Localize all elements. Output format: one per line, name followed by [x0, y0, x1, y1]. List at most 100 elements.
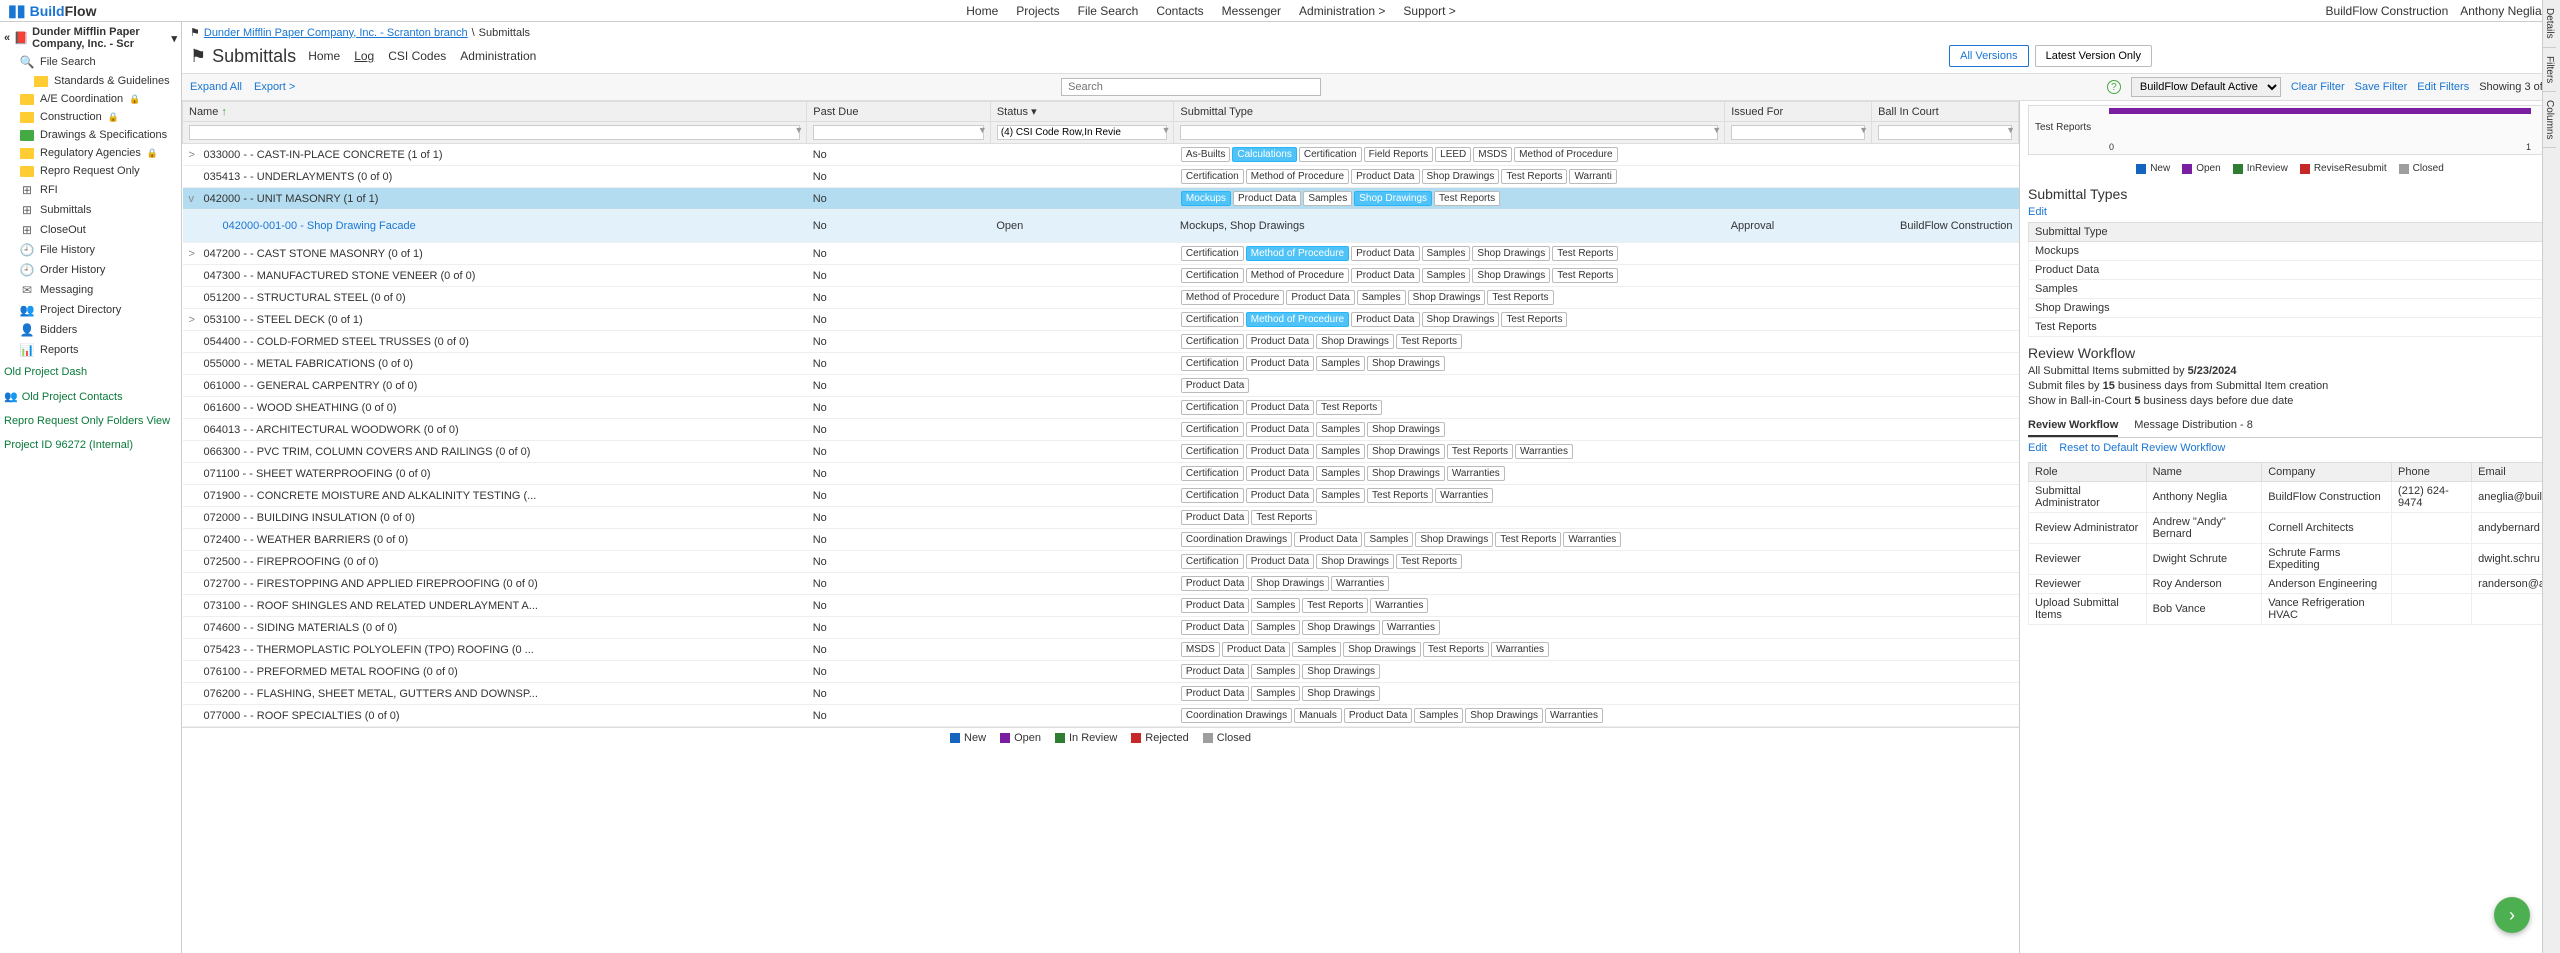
subnav-log[interactable]: Log [354, 49, 374, 63]
type-tag[interactable]: Product Data [1344, 708, 1412, 723]
nav-contacts[interactable]: Contacts [1156, 4, 1203, 18]
col-status[interactable]: Status ▾ [990, 102, 1174, 122]
submittal-link[interactable]: 042000-001-00 - Shop Drawing Facade [223, 220, 416, 232]
table-row[interactable]: 076100 - - PREFORMED METAL ROOFING (0 of… [183, 661, 2019, 683]
subnav-administration[interactable]: Administration [460, 49, 536, 63]
type-tag[interactable]: Coordination Drawings [1181, 532, 1292, 547]
type-tag[interactable]: Test Reports [1501, 169, 1567, 184]
col-name[interactable]: Name ↑ [183, 102, 807, 122]
workflow-row[interactable]: ReviewerRoy AndersonAnderson Engineering… [2029, 575, 2552, 594]
type-tag[interactable]: Warranties [1370, 598, 1428, 613]
type-tag[interactable]: Method of Procedure [1246, 268, 1349, 283]
type-tag[interactable]: Product Data [1246, 554, 1314, 569]
type-tag[interactable]: Test Reports [1423, 642, 1489, 657]
export-link[interactable]: Export > [254, 81, 295, 93]
type-tag[interactable]: Product Data [1181, 598, 1249, 613]
type-tag[interactable]: Certification [1181, 554, 1244, 569]
type-tag[interactable]: Shop Drawings [1251, 576, 1329, 591]
filter-submittal-type[interactable] [1180, 125, 1718, 140]
type-tag[interactable]: Shop Drawings [1472, 246, 1550, 261]
sidebar-item-construction[interactable]: Construction🔒 [0, 108, 181, 126]
sidebar-item-file-search[interactable]: 🔍File Search [0, 52, 181, 72]
table-row[interactable]: v 042000 - - UNIT MASONRY (1 of 1)NoMock… [183, 188, 2019, 210]
project-selector[interactable]: « 📕 Dunder Mifflin Paper Company, Inc. -… [0, 24, 181, 52]
type-tag[interactable]: Calculations [1232, 147, 1296, 162]
fab-next-button[interactable]: › [2494, 897, 2530, 933]
type-tag[interactable]: Samples [1251, 686, 1300, 701]
search-input[interactable] [1061, 78, 1321, 96]
type-tag[interactable]: Certification [1181, 444, 1244, 459]
type-tag[interactable]: Test Reports [1251, 510, 1317, 525]
table-row[interactable]: 072000 - - BUILDING INSULATION (0 of 0)N… [183, 507, 2019, 529]
edit-workflow-link[interactable]: Edit [2028, 442, 2047, 454]
expand-all-link[interactable]: Expand All [190, 81, 242, 93]
type-tag[interactable]: Test Reports [1434, 191, 1500, 206]
expand-icon[interactable]: v [189, 193, 201, 205]
type-tag[interactable]: Product Data [1181, 620, 1249, 635]
type-tag[interactable]: Samples [1251, 664, 1300, 679]
type-tag[interactable]: Warranties [1491, 642, 1549, 657]
collapse-icon[interactable]: « [4, 32, 10, 44]
edit-types-link[interactable]: Edit [2028, 206, 2047, 218]
type-tag[interactable]: Certification [1181, 246, 1244, 261]
table-row[interactable]: 071900 - - CONCRETE MOISTURE AND ALKALIN… [183, 485, 2019, 507]
type-tag[interactable]: Shop Drawings [1408, 290, 1486, 305]
sidebar-item-submittals[interactable]: ⊞Submittals [0, 200, 181, 220]
col-submittal-type[interactable]: Submittal Type [1174, 102, 1725, 122]
subnav-csi-codes[interactable]: CSI Codes [388, 49, 446, 63]
sidebar-item-rfi[interactable]: ⊞RFI [0, 180, 181, 200]
workflow-tab[interactable]: Message Distribution - 8 [2134, 415, 2253, 437]
type-tag[interactable]: Shop Drawings [1302, 620, 1380, 635]
table-row[interactable]: > 033000 - - CAST-IN-PLACE CONCRETE (1 o… [183, 144, 2019, 166]
type-tag[interactable]: Shop Drawings [1367, 444, 1445, 459]
type-tag[interactable]: Samples [1251, 620, 1300, 635]
type-tag[interactable]: Coordination Drawings [1181, 708, 1292, 723]
filter-status[interactable] [997, 125, 1168, 140]
table-row[interactable]: 061000 - - GENERAL CARPENTRY (0 of 0)NoP… [183, 375, 2019, 397]
type-tag[interactable]: Shop Drawings [1422, 312, 1500, 327]
dropdown-icon[interactable]: ▾ [171, 32, 177, 45]
col-past-due[interactable]: Past Due [807, 102, 991, 122]
type-tag[interactable]: Test Reports [1495, 532, 1561, 547]
type-tag[interactable]: Shop Drawings [1367, 422, 1445, 437]
sidebar-item-repro-request-only[interactable]: Repro Request Only [0, 162, 181, 180]
type-tag[interactable]: Certification [1181, 422, 1244, 437]
type-tag[interactable]: Product Data [1246, 466, 1314, 481]
nav-projects[interactable]: Projects [1016, 4, 1059, 18]
type-tag[interactable]: Product Data [1246, 488, 1314, 503]
table-row[interactable]: 072700 - - FIRESTOPPING AND APPLIED FIRE… [183, 573, 2019, 595]
type-tag[interactable]: LEED [1435, 147, 1471, 162]
type-tag[interactable]: Samples [1422, 246, 1471, 261]
type-tag[interactable]: Product Data [1351, 268, 1419, 283]
type-tag[interactable]: Method of Procedure [1246, 246, 1349, 261]
type-tag[interactable]: Certification [1181, 312, 1244, 327]
type-tag[interactable]: Certification [1181, 334, 1244, 349]
type-tag[interactable]: Samples [1316, 444, 1365, 459]
type-tag[interactable]: Test Reports [1447, 444, 1513, 459]
type-tag[interactable]: Shop Drawings [1302, 664, 1380, 679]
table-row[interactable]: 055000 - - METAL FABRICATIONS (0 of 0)No… [183, 353, 2019, 375]
type-tag[interactable]: Samples [1251, 598, 1300, 613]
nav-home[interactable]: Home [966, 4, 998, 18]
type-tag[interactable]: Shop Drawings [1343, 642, 1421, 657]
type-tag[interactable]: As-Builts [1181, 147, 1230, 162]
type-tag[interactable]: Samples [1422, 268, 1471, 283]
wf-col[interactable]: Phone [2392, 463, 2472, 482]
type-tag[interactable]: Test Reports [1367, 488, 1433, 503]
type-tag[interactable]: Shop Drawings [1465, 708, 1543, 723]
type-row[interactable]: Shop Drawings [2029, 299, 2552, 318]
save-filter-link[interactable]: Save Filter [2355, 81, 2408, 93]
type-tag[interactable]: Product Data [1351, 169, 1419, 184]
wf-col[interactable]: Name [2146, 463, 2262, 482]
type-tag[interactable]: MSDS [1473, 147, 1512, 162]
type-tag[interactable]: Test Reports [1396, 334, 1462, 349]
type-tag[interactable]: Certification [1181, 268, 1244, 283]
wf-col[interactable]: Role [2029, 463, 2147, 482]
type-tag[interactable]: Product Data [1222, 642, 1290, 657]
table-row[interactable]: 042000-001-00 - Shop Drawing FacadeNoOpe… [183, 210, 2019, 243]
type-tag[interactable]: Field Reports [1364, 147, 1433, 162]
table-row[interactable]: 072500 - - FIREPROOFING (0 of 0)NoCertif… [183, 551, 2019, 573]
type-tag[interactable]: Product Data [1181, 576, 1249, 591]
col-ball-in-court[interactable]: Ball In Court [1872, 102, 2019, 122]
table-row[interactable]: 075423 - - THERMOPLASTIC POLYOLEFIN (TPO… [183, 639, 2019, 661]
